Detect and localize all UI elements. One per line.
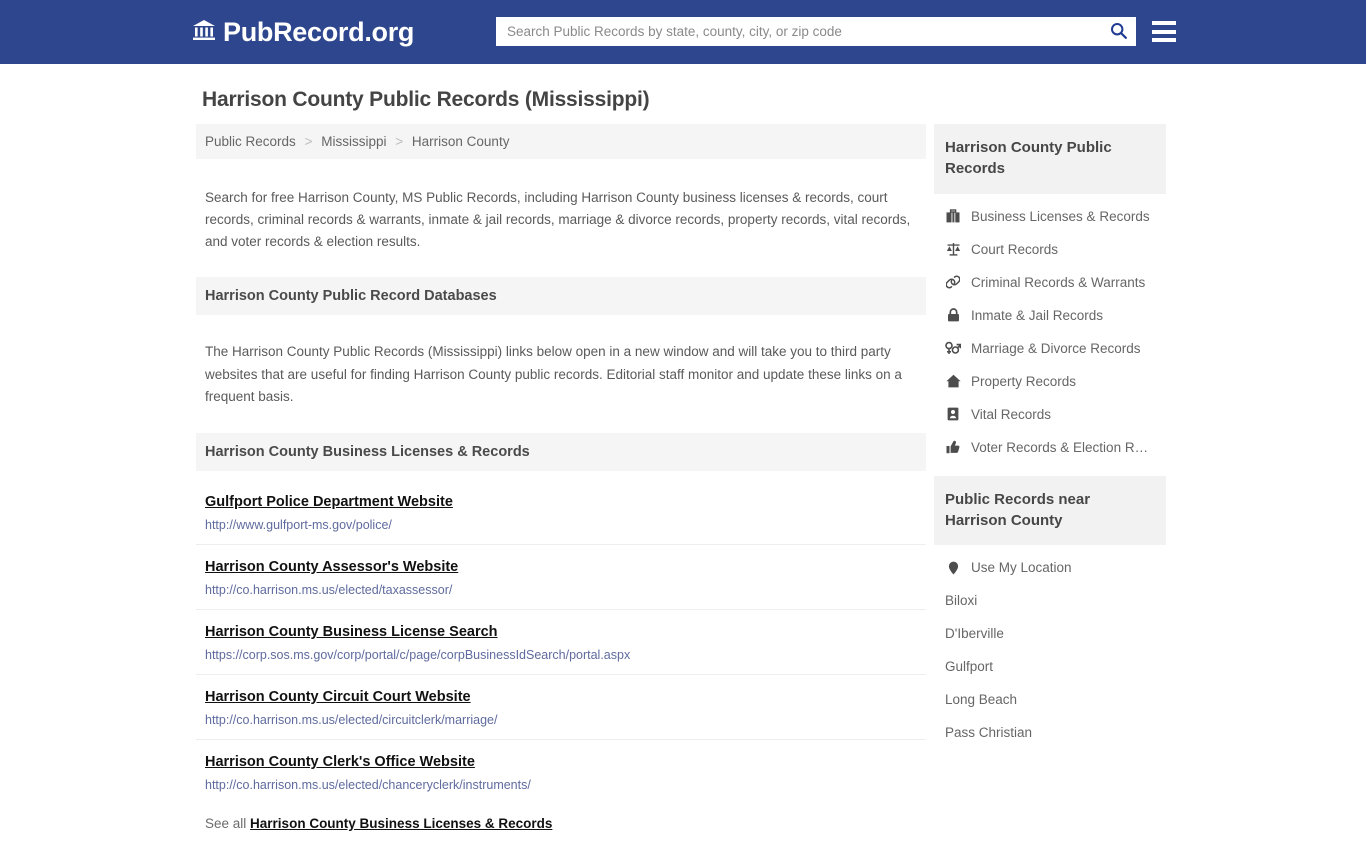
map-pin-icon xyxy=(945,561,961,575)
list-item: Gulfport Police Department Website http:… xyxy=(196,477,926,545)
sidebar-city-label: Long Beach xyxy=(945,692,1018,708)
sidebar-records-list: Business Licenses & Records Court Record… xyxy=(934,194,1166,468)
sidebar-item-court-records[interactable]: Court Records xyxy=(934,233,1166,266)
list-item: Harrison County Circuit Court Website ht… xyxy=(196,675,926,740)
sidebar-city-gulfport[interactable]: Gulfport xyxy=(934,650,1166,683)
list-item: Harrison County Business License Search … xyxy=(196,610,926,675)
see-all-prefix: See all xyxy=(205,815,247,831)
record-link-title[interactable]: Harrison County Business License Search xyxy=(205,624,498,640)
sidebar-records-heading: Harrison County Public Records xyxy=(934,124,1166,194)
sidebar-city-label: Pass Christian xyxy=(945,725,1033,741)
hamburger-menu-icon xyxy=(1152,38,1176,42)
sidebar-item-label: Inmate & Jail Records xyxy=(971,307,1104,323)
use-my-location-label: Use My Location xyxy=(971,560,1072,576)
search-button[interactable] xyxy=(1101,18,1135,45)
section-heading-business-licenses: Harrison County Business Licenses & Reco… xyxy=(196,432,926,471)
record-link-title[interactable]: Gulfport Police Department Website xyxy=(205,494,453,510)
use-my-location-button[interactable]: Use My Location xyxy=(934,551,1166,584)
sidebar-city-label: D'Iberville xyxy=(945,626,1004,642)
sidebar-item-label: Voter Records & Election R… xyxy=(971,439,1149,455)
site-logo-link[interactable]: PubRecord.org xyxy=(192,16,415,47)
sidebar-city-diberville[interactable]: D'Iberville xyxy=(934,617,1166,650)
sidebar-item-label: Property Records xyxy=(971,373,1077,389)
record-link-url[interactable]: http://www.gulfport-ms.gov/police/ xyxy=(205,518,917,532)
record-link-title[interactable]: Harrison County Circuit Court Website xyxy=(205,689,471,705)
record-link-title[interactable]: Harrison County Assessor's Website xyxy=(205,559,458,575)
bank-icon xyxy=(192,19,216,46)
sidebar-near-box: Public Records near Harrison County Use … xyxy=(934,475,1166,754)
business-links-list: Gulfport Police Department Website http:… xyxy=(196,477,926,841)
databases-description: The Harrison County Public Records (Miss… xyxy=(205,344,902,404)
record-link-url[interactable]: http://co.harrison.ms.us/elected/taxasse… xyxy=(205,583,917,597)
main-content: Public Records > Mississippi > Harrison … xyxy=(196,124,926,841)
site-logo-text: PubRecord.org xyxy=(223,16,415,47)
sidebar-item-label: Vital Records xyxy=(971,406,1052,422)
search-input[interactable] xyxy=(497,18,1101,45)
sidebar-item-property-records[interactable]: Property Records xyxy=(934,365,1166,398)
sidebar-item-business-licenses[interactable]: Business Licenses & Records xyxy=(934,200,1166,233)
intro-paragraph: Search for free Harrison County, MS Publ… xyxy=(205,189,911,250)
breadcrumb-item-public-records[interactable]: Public Records xyxy=(205,134,296,149)
sidebar-item-marriage-divorce-records[interactable]: Marriage & Divorce Records xyxy=(934,332,1166,365)
breadcrumb-item-mississippi[interactable]: Mississippi xyxy=(321,134,386,149)
sidebar-city-pass-christian[interactable]: Pass Christian xyxy=(934,716,1166,749)
sidebar-item-label: Marriage & Divorce Records xyxy=(971,340,1141,356)
sidebar-city-long-beach[interactable]: Long Beach xyxy=(934,683,1166,716)
venus-mars-icon xyxy=(945,341,961,355)
record-link-url[interactable]: http://co.harrison.ms.us/elected/circuit… xyxy=(205,713,917,727)
sidebar: Harrison County Public Records Business … xyxy=(934,124,1166,761)
hamburger-menu-icon xyxy=(1152,29,1176,34)
record-link-title[interactable]: Harrison County Clerk's Office Website xyxy=(205,754,475,770)
section-heading-databases: Harrison County Public Record Databases xyxy=(196,276,926,315)
sidebar-records-box: Harrison County Public Records Business … xyxy=(934,124,1166,468)
breadcrumb-item-harrison-county[interactable]: Harrison County xyxy=(412,134,510,149)
sidebar-city-label: Biloxi xyxy=(945,593,978,609)
search-icon xyxy=(1110,22,1127,42)
sidebar-item-label: Business Licenses & Records xyxy=(971,208,1150,224)
sidebar-city-biloxi[interactable]: Biloxi xyxy=(934,584,1166,617)
breadcrumb-separator: > xyxy=(304,134,313,149)
lock-icon xyxy=(945,308,961,322)
record-link-url[interactable]: https://corp.sos.ms.gov/corp/portal/c/pa… xyxy=(205,648,917,662)
see-all-row: See all Harrison County Business License… xyxy=(196,804,926,841)
scales-icon xyxy=(945,242,961,256)
hamburger-menu-button[interactable] xyxy=(1152,19,1176,44)
id-card-icon xyxy=(945,407,961,421)
sidebar-city-label: Gulfport xyxy=(945,659,994,675)
breadcrumb-separator: > xyxy=(395,134,404,149)
list-item: Harrison County Assessor's Website http:… xyxy=(196,545,926,610)
sidebar-item-vital-records[interactable]: Vital Records xyxy=(934,398,1166,431)
sidebar-near-list: Use My Location Biloxi D'Iberville Gulfp… xyxy=(934,545,1166,753)
sidebar-item-voter-records[interactable]: Voter Records & Election R… xyxy=(934,431,1166,464)
thumbs-up-icon xyxy=(945,440,961,454)
sidebar-item-criminal-records[interactable]: Criminal Records & Warrants xyxy=(934,266,1166,299)
record-link-url[interactable]: http://co.harrison.ms.us/elected/chancer… xyxy=(205,778,917,792)
hamburger-menu-icon xyxy=(1152,21,1176,25)
handcuffs-icon xyxy=(945,275,961,289)
sidebar-near-heading: Public Records near Harrison County xyxy=(934,475,1166,546)
sidebar-item-inmate-jail-records[interactable]: Inmate & Jail Records xyxy=(934,299,1166,332)
search-bar[interactable] xyxy=(496,17,1136,46)
sidebar-item-label: Court Records xyxy=(971,241,1059,257)
home-icon xyxy=(945,374,961,388)
see-all-link[interactable]: Harrison County Business Licenses & Reco… xyxy=(250,816,552,831)
site-header: PubRecord.org xyxy=(0,0,1366,64)
briefcase-icon xyxy=(945,209,961,223)
list-item: Harrison County Clerk's Office Website h… xyxy=(196,740,926,804)
breadcrumb: Public Records > Mississippi > Harrison … xyxy=(196,124,926,159)
page-title: Harrison County Public Records (Mississi… xyxy=(202,88,650,111)
sidebar-item-label: Criminal Records & Warrants xyxy=(971,274,1146,290)
